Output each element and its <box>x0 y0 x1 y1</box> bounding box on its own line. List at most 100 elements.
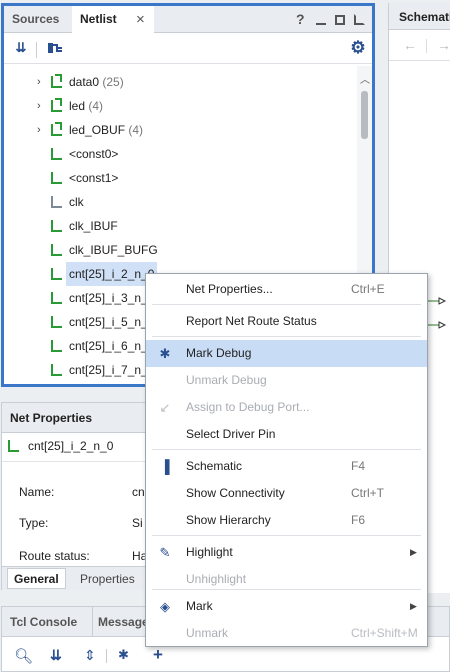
menu-item-unhighlight: Unhighlight <box>146 566 427 593</box>
tree-row[interactable]: › data0 (25) <box>4 70 359 94</box>
tab-netlist-label: Netlist <box>80 12 117 26</box>
menu-item-highlight[interactable]: ✎ Highlight ▶ <box>146 539 427 566</box>
net-icon <box>51 364 62 376</box>
menu-separator <box>152 449 421 450</box>
menu-item-label: Unmark <box>186 626 229 640</box>
menu-item-assign-to-debug-port: ↙ Assign to Debug Port... <box>146 394 427 421</box>
menu-item-label: Mark Debug <box>186 346 252 360</box>
float-icon[interactable] <box>354 14 365 25</box>
tree-row[interactable]: clk_IBUF <box>4 214 359 238</box>
properties-tabbar: General Properties <box>2 566 150 590</box>
context-menu: Net Properties... Ctrl+E Report Net Route … <box>145 273 428 647</box>
tree-row-label: led_OBUF (4) <box>69 123 144 137</box>
bug-icon: ✱ <box>159 346 171 361</box>
add-icon[interactable]: + <box>153 645 163 665</box>
tab-properties[interactable]: Properties <box>80 569 135 590</box>
tab-sources[interactable]: Sources <box>4 6 67 33</box>
menu-item-shortcut: F4 <box>351 459 366 473</box>
tab-messages[interactable]: Message <box>98 615 149 629</box>
schematic-icon: ▐ <box>160 459 170 474</box>
tree-row-count: (25) <box>99 75 124 89</box>
collapse-all-icon[interactable]: ⇊ <box>50 647 62 664</box>
collapse-all-icon[interactable]: ⇊ <box>13 40 29 56</box>
selected-net-name: cnt[25]_i_2_n_0 <box>28 439 114 453</box>
net-properties-window: Net Properties cnt[25]_i_2_n_0 Name: cn … <box>1 402 151 590</box>
close-icon[interactable]: × <box>136 6 145 33</box>
net-icon <box>51 220 62 232</box>
prop-value-type: Si <box>132 516 143 530</box>
scroll-up-icon[interactable]: ︿ <box>360 71 370 86</box>
menu-item-schematic[interactable]: ▐ Schematic F4 <box>146 453 427 480</box>
expand-chevron-icon[interactable]: › <box>37 94 47 118</box>
tree-row-label: cnt[25]_i_5_n_ <box>69 315 148 329</box>
menu-item-unmark: Unmark Ctrl+Shift+M <box>146 620 427 647</box>
menu-item-mark[interactable]: ◈ Mark ▶ <box>146 593 427 620</box>
net-icon <box>51 172 62 184</box>
tree-row[interactable]: › led_OBUF (4) <box>4 118 359 142</box>
prop-value-name: cn <box>132 485 145 499</box>
net-icon <box>51 316 62 328</box>
prop-label-name: Name: <box>19 485 55 499</box>
menu-item-shortcut: Ctrl+T <box>351 486 384 500</box>
forward-arrow-icon[interactable]: → <box>437 37 450 53</box>
menu-item-show-hierarchy[interactable]: Show Hierarchy F6 <box>146 507 427 534</box>
help-icon[interactable]: ? <box>296 11 305 27</box>
tree-row[interactable]: <const1> <box>4 166 359 190</box>
net-icon <box>51 268 62 280</box>
menu-item-report-net-route-status[interactable]: Report Net Route Status <box>146 308 427 335</box>
expand-chevron-icon[interactable]: › <box>37 70 47 94</box>
menu-separator <box>152 304 421 305</box>
menu-item-show-connectivity[interactable]: Show Connectivity Ctrl+T <box>146 480 427 507</box>
expand-collapse-icon[interactable]: ⇕ <box>84 647 96 664</box>
tree-row[interactable]: <const0> <box>4 142 359 166</box>
tree-row-label: cnt[25]_i_3_n_ <box>69 291 148 305</box>
tree-row[interactable]: clk_IBUF_BUFG <box>4 238 359 262</box>
schematic-tabbar: Schemati <box>389 3 450 30</box>
tab-schematic[interactable]: Schemati <box>399 10 450 24</box>
clock-net-icon <box>51 196 62 208</box>
tree-row-label: data0 (25) <box>69 75 124 89</box>
search-icon[interactable]: 🔍︎ <box>14 647 33 665</box>
menu-item-select-driver-pin[interactable]: Select Driver Pin <box>146 421 427 448</box>
menu-item-label: Select Driver Pin <box>186 427 276 441</box>
tab-general[interactable]: General <box>7 568 66 589</box>
tab-tcl-console[interactable]: Tcl Console <box>10 615 77 629</box>
highlight-icon: ✎ <box>159 545 171 560</box>
menu-item-label: Report Net Route Status <box>186 314 317 328</box>
menu-item-label: Unmark Debug <box>186 373 267 387</box>
netlist-tabbar: Sources Netlist × ? <box>4 6 372 33</box>
menu-separator <box>152 336 421 337</box>
tree-row-label: clk <box>69 195 84 209</box>
tree-row-label: cnt[25]_i_6_n_ <box>69 339 148 353</box>
minimize-icon[interactable] <box>316 23 326 25</box>
menu-item-label: Show Hierarchy <box>186 513 271 527</box>
tree-row-label: led (4) <box>69 99 104 113</box>
schematic-icon[interactable] <box>47 40 63 56</box>
expand-chevron-icon[interactable]: › <box>37 118 47 142</box>
maximize-icon[interactable] <box>335 15 345 25</box>
menu-separator <box>152 535 421 536</box>
bug-icon[interactable]: ✱ <box>118 647 129 663</box>
divider <box>2 461 150 462</box>
menu-item-label: Net Properties... <box>186 282 273 296</box>
schematic-fragment <box>425 297 447 329</box>
scroll-thumb[interactable] <box>361 91 368 139</box>
net-icon <box>51 292 62 304</box>
gear-icon[interactable]: ⚙ <box>350 39 366 56</box>
tree-row-label: <const0> <box>69 147 119 161</box>
mark-icon: ◈ <box>160 599 170 614</box>
menu-item-net-properties[interactable]: Net Properties... Ctrl+E <box>146 276 427 303</box>
tree-row-label: cnt[25]_i_7_n_ <box>69 363 148 377</box>
tab-netlist[interactable]: Netlist × <box>72 6 154 33</box>
net-icon <box>51 244 62 256</box>
menu-item-label: Unhighlight <box>186 572 247 586</box>
back-arrow-icon[interactable]: ← <box>403 37 417 53</box>
tree-row[interactable]: clk <box>4 190 359 214</box>
menu-item-mark-debug[interactable]: ✱ Mark Debug <box>146 340 427 367</box>
menu-item-label: Mark <box>186 599 213 613</box>
net-icon <box>51 340 62 352</box>
net-icon <box>8 440 19 452</box>
toolbar-divider <box>426 39 427 53</box>
prop-label-route-status: Route status: <box>19 549 90 563</box>
tree-row[interactable]: › led (4) <box>4 94 359 118</box>
